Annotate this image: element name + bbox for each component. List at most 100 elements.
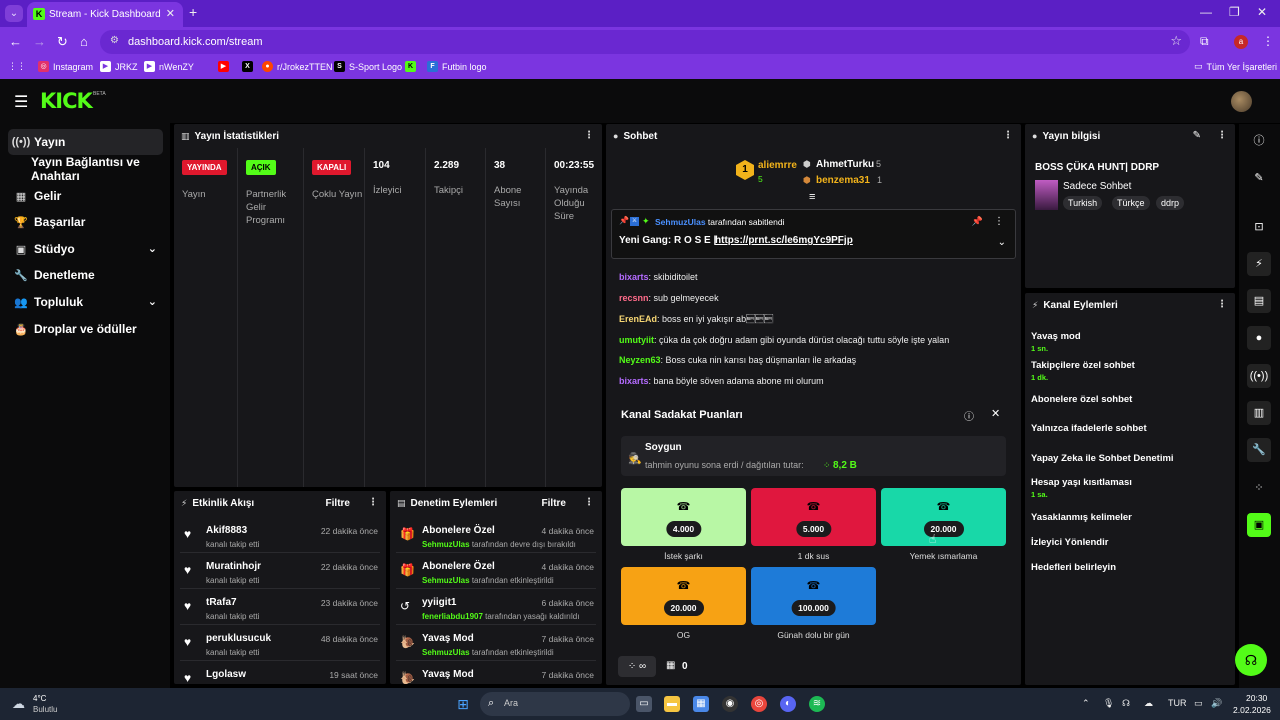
tag-pill[interactable]: ddrp <box>1156 196 1185 210</box>
category-thumbnail[interactable] <box>1035 180 1058 210</box>
more-options-icon[interactable]: ⋮ <box>584 130 594 141</box>
filter-button[interactable]: Filtre <box>326 498 350 509</box>
more-options-icon[interactable]: ⋮ <box>994 216 1004 227</box>
clock-time[interactable]: 20:30 <box>1246 693 1267 703</box>
points-balance-button[interactable]: ⁘ ∞ <box>618 656 656 677</box>
more-options-icon[interactable]: ⋮ <box>1217 299 1227 310</box>
close-icon[interactable]: ✕ <box>991 407 1000 420</box>
apps-grid-icon[interactable]: ⋮⋮ <box>8 61 26 72</box>
action-set-goals[interactable]: Hedefleri belirleyin› <box>1031 562 1268 578</box>
browser-menu-icon[interactable]: ⋮ <box>1262 34 1274 48</box>
forward-icon[interactable]: → <box>33 34 46 49</box>
edit-icon[interactable]: ✎ <box>1193 130 1201 141</box>
tab-search-button[interactable]: ⌄ <box>5 5 23 22</box>
tag-pill[interactable]: Turkish <box>1063 196 1103 210</box>
sidebar-item-studyo[interactable]: ▣ Stüdyo ⌄ <box>8 236 163 262</box>
action-ai-moderation[interactable]: Yapay Zeka ile Sohbet Denetimi↗ <box>1031 453 1268 466</box>
more-options-icon[interactable]: ⋮ <box>1217 130 1227 141</box>
mic-icon[interactable]: 🎙 <box>1103 698 1114 709</box>
app-icon[interactable]: ◉ <box>722 696 738 712</box>
sidebar-item-yayin[interactable]: ((•)) Yayın <box>8 129 163 155</box>
action-banned-words[interactable]: Yasaklanmış kelimeler› <box>1031 512 1268 528</box>
category-name[interactable]: Sadece Sohbet <box>1063 181 1131 192</box>
top-gifter-1[interactable]: aliemrre <box>758 160 797 171</box>
discord-icon[interactable]: ◐ <box>780 696 796 712</box>
action-account-age[interactable]: Hesap yaşı kısıtlaması1 sa.› <box>1031 477 1268 499</box>
more-options-icon[interactable]: ⋮ <box>584 497 594 508</box>
back-icon[interactable]: ← <box>9 34 22 49</box>
new-tab-button[interactable]: + <box>189 4 197 20</box>
close-window-button[interactable]: ✕ <box>1257 5 1267 19</box>
sidebar-item-stream-key[interactable]: Yayın Bağlantısı ve Anahtarı <box>8 155 173 183</box>
reward-card[interactable]: ☎ 20.000 <box>621 567 746 625</box>
bookmark-reddit[interactable]: ● r/JrokezTTEN <box>262 61 333 72</box>
sidebar-item-denetleme[interactable]: 🔧 Denetleme <box>8 262 163 288</box>
maximize-button[interactable]: ❐ <box>1229 5 1240 19</box>
bookmark-ssport[interactable]: S S-Sport Logo <box>334 61 402 72</box>
pinned-link[interactable]: https://prnt.sc/le6mgYc9PFjp <box>715 235 853 246</box>
bookmark-futbin[interactable]: F Futbin logo <box>427 61 487 72</box>
bookmark-kick[interactable]: K <box>405 61 416 72</box>
address-bar[interactable]: ⚙ dashboard.kick.com/stream ☆ <box>100 30 1190 54</box>
spotify-icon[interactable]: ≋ <box>809 696 825 712</box>
bookmark-star-icon[interactable]: ☆ <box>1170 33 1182 49</box>
sidebar-item-droplar[interactable]: 🎂 Droplar ve ödüller <box>8 316 163 342</box>
chat-bubble-icon[interactable]: ● <box>1247 326 1271 350</box>
filter-button[interactable]: Filtre <box>542 498 566 509</box>
more-options-icon[interactable]: ⋮ <box>1003 130 1013 141</box>
more-options-icon[interactable]: ⋮ <box>368 497 378 508</box>
task-view-icon[interactable]: ▭ <box>636 696 652 712</box>
active-tab[interactable]: K Stream - Kick Dashboard ✕ <box>27 2 183 27</box>
user-avatar[interactable] <box>1231 91 1252 112</box>
tray-chevron-icon[interactable]: ⌃ <box>1082 698 1090 709</box>
image-icon[interactable]: ▣ <box>1247 513 1271 537</box>
top-gifter-3[interactable]: benzema31 <box>816 175 870 186</box>
reward-card[interactable]: ☎ 20.000 <box>881 488 1006 546</box>
sidebar-item-gelir[interactable]: ▦ Gelir <box>8 183 163 209</box>
profile-avatar[interactable]: a <box>1234 35 1248 49</box>
broadcast-icon[interactable]: ((•)) <box>1247 364 1271 388</box>
bookmark-youtube[interactable]: ▶ <box>218 61 229 72</box>
action-slow-mode[interactable]: Yavaş mod1 sn.› <box>1031 331 1268 353</box>
reload-icon[interactable]: ↻ <box>57 34 68 50</box>
tab-close-button[interactable]: ✕ <box>166 7 175 20</box>
screenshot-icon[interactable]: ⊡ <box>1247 215 1271 239</box>
coins-icon[interactable]: ⁘ <box>1247 476 1271 500</box>
wrench-icon[interactable]: 🔧 <box>1247 438 1271 462</box>
unpin-icon[interactable]: 📌 <box>972 216 983 227</box>
bookmark-jrkz[interactable]: ▶ JRKZ <box>100 61 138 72</box>
chevron-down-icon[interactable]: ⌄ <box>998 237 1006 248</box>
sidebar-item-topluluk[interactable]: 👥 Topluluk ⌄ <box>8 289 163 315</box>
lightning-icon[interactable]: ⚡ <box>1247 252 1271 276</box>
store-icon[interactable]: ▦ <box>666 660 675 671</box>
action-raid[interactable]: İzleyici Yönlendir <box>1031 537 1268 548</box>
file-explorer-icon[interactable]: ▬ <box>664 696 680 712</box>
clock-date[interactable]: 2.02.2026 <box>1233 705 1271 715</box>
all-bookmarks[interactable]: ▭ Tüm Yer İşaretleri <box>1194 61 1277 72</box>
windows-start-icon[interactable]: ⊞ <box>455 696 471 712</box>
reward-card[interactable]: ☎ 4.000 <box>621 488 746 546</box>
headset-icon[interactable]: ☊ <box>1122 698 1130 709</box>
site-info-icon[interactable]: ⚙ <box>110 35 119 46</box>
taskbar-search[interactable]: ⌕ Ara <box>480 692 630 716</box>
extensions-icon[interactable]: ⧉ <box>1200 34 1209 49</box>
expand-leaderboard-icon[interactable]: ≡ <box>809 191 815 203</box>
minimize-button[interactable]: — <box>1200 5 1212 19</box>
cloud-icon[interactable]: ☁ <box>1144 698 1153 709</box>
tag-pill[interactable]: Türkçe <box>1112 196 1150 210</box>
reward-card[interactable]: ☎ 5.000 <box>751 488 876 546</box>
network-icon[interactable]: ▭ <box>1194 698 1203 709</box>
reward-card[interactable]: ☎ 100.000 <box>751 567 876 625</box>
document-icon[interactable]: ▤ <box>1247 289 1271 313</box>
support-headset-icon[interactable]: ☊ <box>1235 644 1267 676</box>
home-icon[interactable]: ⌂ <box>80 34 88 49</box>
keyboard-language[interactable]: TUR <box>1168 698 1187 708</box>
volume-icon[interactable]: 🔊 <box>1211 698 1222 709</box>
bookmark-nwenzy[interactable]: ▶ nWenZY <box>144 61 194 72</box>
action-followers-only[interactable]: Takipçilere özel sohbet1 dk.› <box>1031 360 1268 382</box>
edit-icon[interactable]: ✎ <box>1247 166 1271 190</box>
top-gifter-2[interactable]: AhmetTurku <box>816 159 874 170</box>
kick-logo[interactable]: KICK <box>40 89 93 113</box>
hamburger-menu-icon[interactable]: ☰ <box>14 92 28 112</box>
store-icon[interactable]: ▦ <box>693 696 709 712</box>
